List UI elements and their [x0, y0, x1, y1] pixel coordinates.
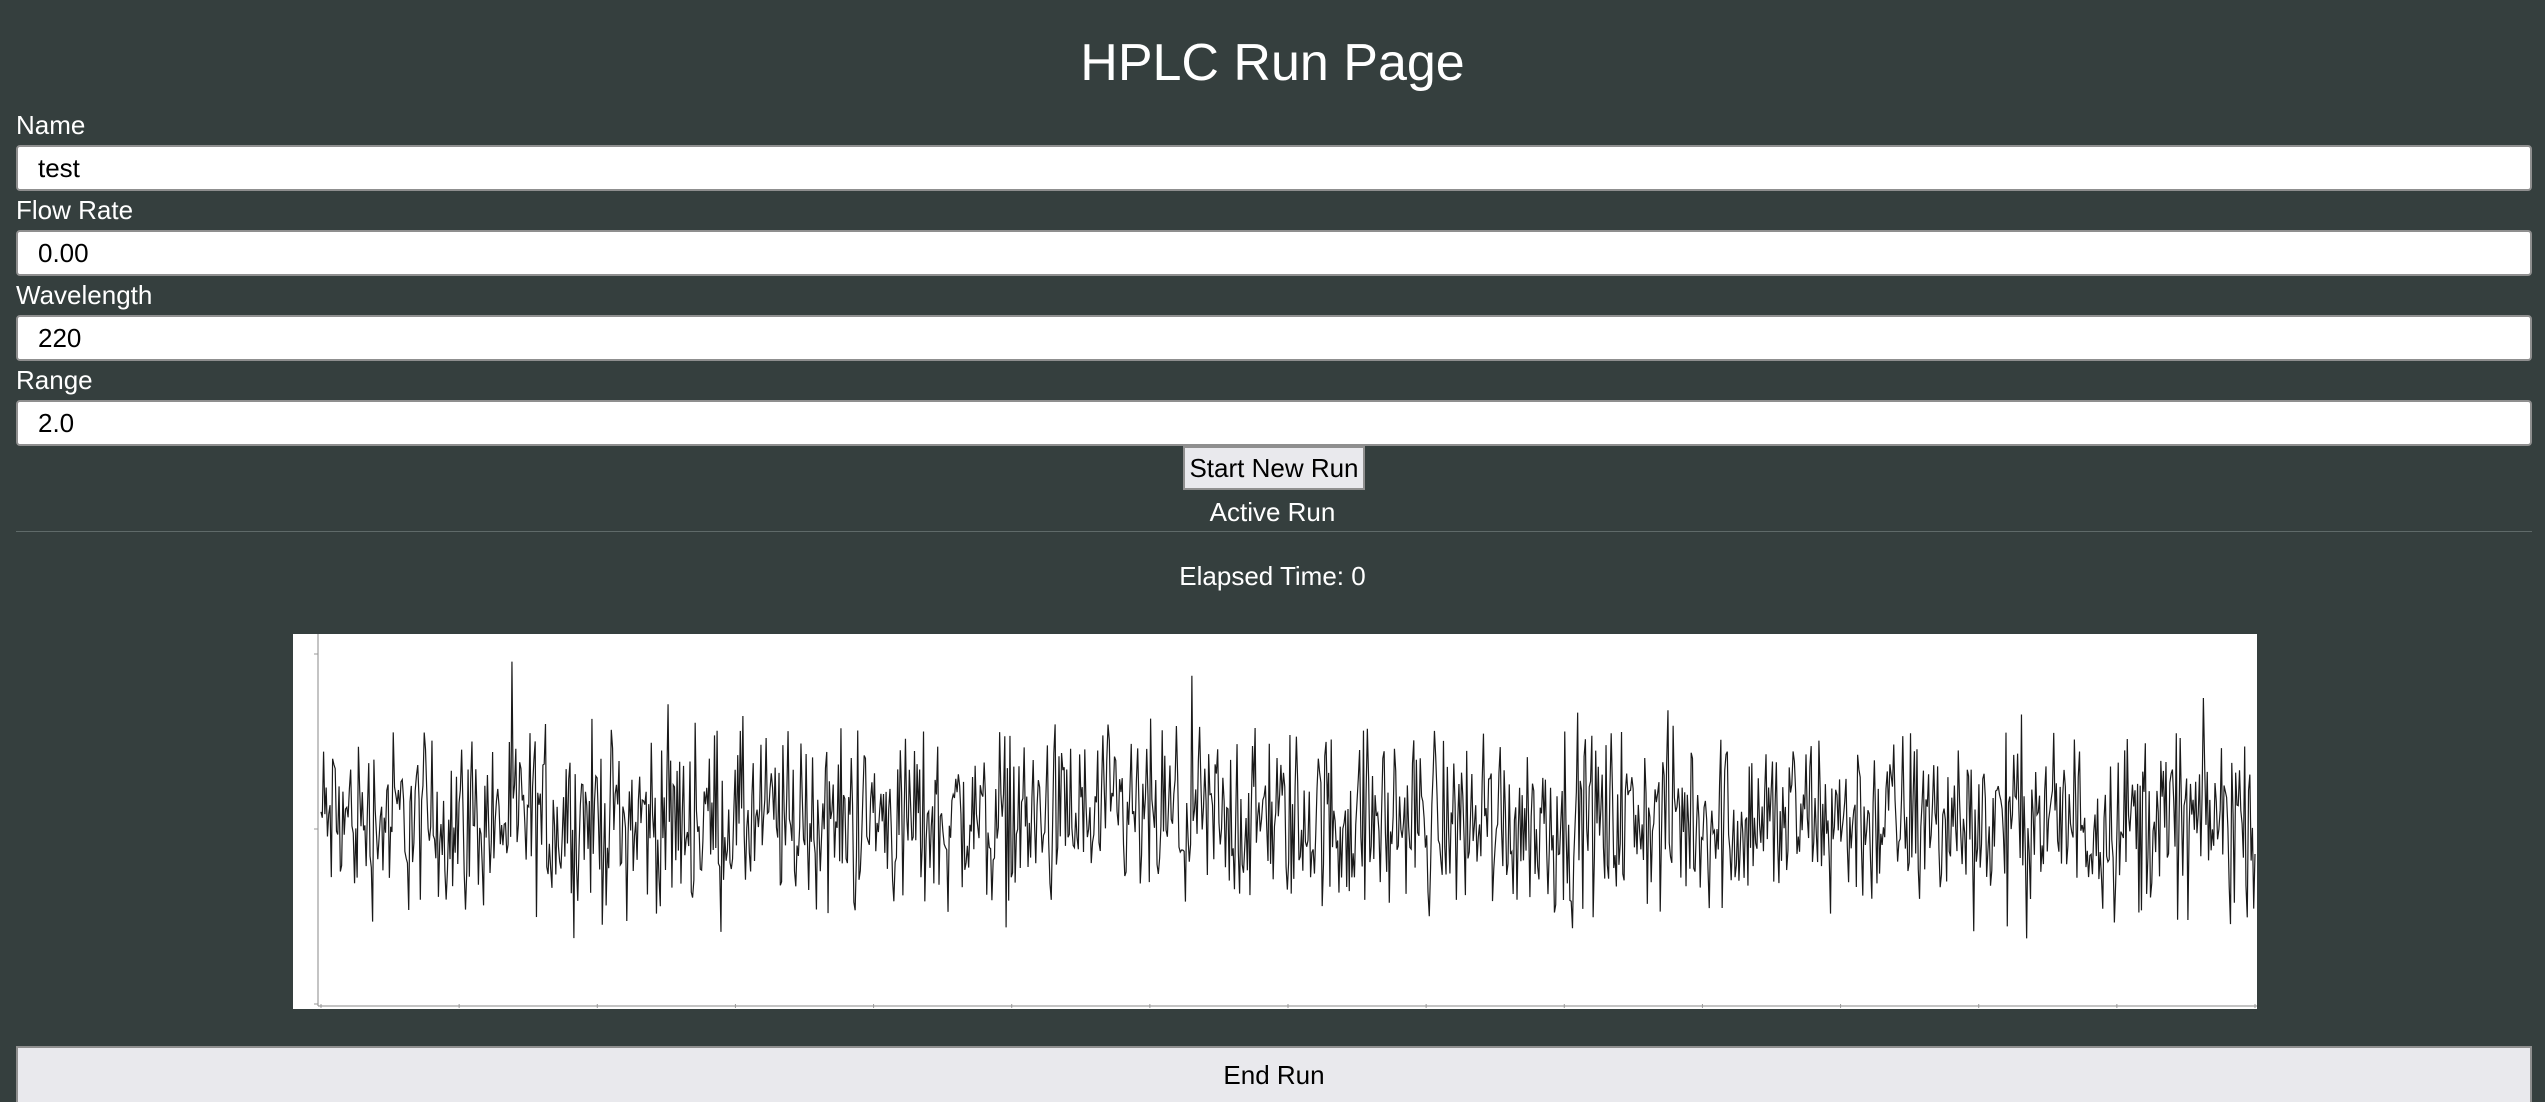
range-label: Range — [16, 365, 93, 395]
range-input[interactable] — [16, 400, 2532, 446]
start-new-run-button[interactable]: Start New Run — [1183, 446, 1365, 490]
page-title: HPLC Run Page — [1080, 34, 1465, 92]
name-label: Name — [16, 110, 86, 140]
wavelength-input[interactable] — [16, 315, 2532, 361]
wavelength-label: Wavelength — [16, 280, 153, 310]
end-run-button[interactable]: End Run — [16, 1046, 2532, 1102]
active-run-heading: Active Run — [1209, 497, 1336, 527]
chart-series-trace — [320, 661, 2256, 939]
chromatogram-chart — [293, 634, 2257, 1009]
elapsed-time-label: Elapsed Time: 0 — [1179, 561, 1366, 591]
section-divider — [16, 531, 2532, 532]
chromatogram-plot — [314, 634, 2257, 1008]
flow-rate-input[interactable] — [16, 230, 2532, 276]
flow-rate-label: Flow Rate — [16, 195, 134, 225]
name-input[interactable] — [16, 145, 2532, 191]
